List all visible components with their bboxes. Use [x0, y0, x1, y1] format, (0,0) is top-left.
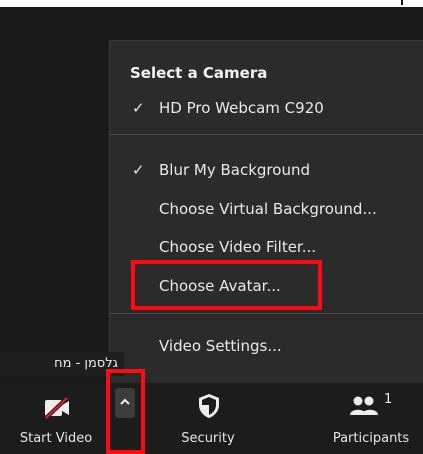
menu-item-video-filter[interactable]: Choose Video Filter...: [110, 231, 423, 263]
security-button[interactable]: Security: [164, 383, 252, 454]
checkmark-icon: ✓: [132, 161, 145, 179]
menu-item-label: HD Pro Webcam C920: [159, 99, 324, 117]
checkmark-icon: ✓: [132, 99, 145, 117]
participant-name-tag: גלסמן - מח: [0, 352, 124, 376]
menu-heading-row: Select a Camera: [110, 57, 423, 89]
menu-item-label: Choose Avatar...: [159, 277, 281, 295]
meeting-toolbar: Start Video Security 1 Participants: [0, 383, 423, 454]
participants-count: 1: [384, 392, 393, 407]
menu-item-virtual-background[interactable]: Choose Virtual Background...: [110, 193, 423, 225]
security-label: Security: [181, 431, 235, 446]
video-options-chevron-button[interactable]: [115, 388, 135, 418]
camera-menu: Select a Camera ✓ HD Pro Webcam C920 ✓ B…: [109, 40, 423, 384]
menu-item-label: Choose Video Filter...: [159, 238, 317, 256]
menu-separator: [110, 134, 423, 135]
menu-separator: [110, 313, 423, 314]
participants-label: Participants: [332, 431, 410, 446]
video-off-icon: [44, 396, 69, 420]
menu-item-camera[interactable]: ✓ HD Pro Webcam C920: [110, 92, 423, 124]
menu-heading: Select a Camera: [130, 64, 268, 82]
people-icon: [350, 396, 378, 415]
menu-item-label: Blur My Background: [159, 161, 310, 179]
top-strip: [0, 0, 423, 7]
participants-button[interactable]: 1 Participants: [319, 383, 423, 454]
edge-mark: [401, 0, 403, 5]
menu-item-video-settings[interactable]: Video Settings...: [110, 330, 423, 362]
chevron-up-icon: [120, 398, 130, 405]
start-video-button[interactable]: Start Video: [0, 383, 112, 454]
menu-item-label: Choose Virtual Background...: [159, 200, 377, 218]
start-video-label: Start Video: [19, 431, 93, 446]
menu-item-blur-background[interactable]: ✓ Blur My Background: [110, 154, 423, 186]
menu-item-avatar[interactable]: Choose Avatar...: [110, 270, 423, 302]
menu-item-label: Video Settings...: [159, 337, 282, 355]
shield-icon: [199, 394, 219, 418]
